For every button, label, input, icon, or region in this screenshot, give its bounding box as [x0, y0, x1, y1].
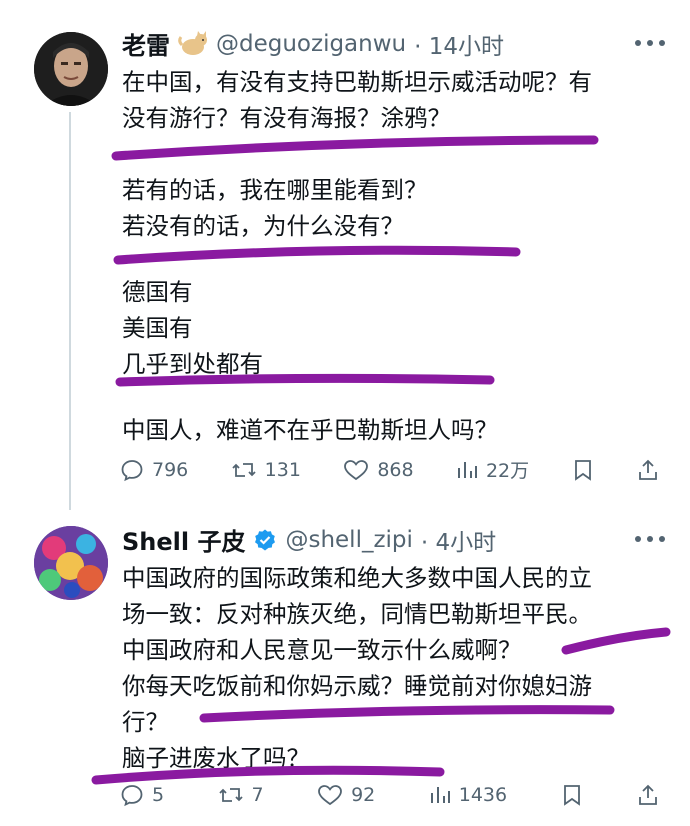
- tweet-actions: 5 7 92 1436: [120, 783, 660, 807]
- retweet-button[interactable]: 131: [231, 458, 301, 482]
- tweet-header: 老雷 @deguoziganwu · 14小时: [122, 26, 504, 61]
- cat-emoji-icon: [178, 30, 208, 57]
- views-icon: [457, 461, 477, 478]
- tweet-text: 若有的话，我在哪里能看到？ 若没有的话，为什么没有？: [122, 172, 428, 244]
- more-options-icon[interactable]: [630, 28, 670, 58]
- retweet-count: 131: [264, 458, 301, 481]
- avatar[interactable]: [34, 32, 108, 106]
- author-handle[interactable]: @deguoziganwu: [216, 31, 406, 57]
- author-name[interactable]: Shell 子皮: [122, 522, 245, 557]
- author-name[interactable]: 老雷: [122, 26, 170, 61]
- tweet-line: 若没有的话，为什么没有？: [122, 212, 404, 240]
- reply-button[interactable]: 5: [120, 783, 164, 807]
- retweet-button[interactable]: 7: [218, 783, 264, 807]
- tweet-line: 脑子进废水了吗？: [122, 744, 310, 772]
- reply-button[interactable]: 796: [120, 458, 188, 482]
- tweet-line: 没有游行？有没有海报？涂鸦？: [122, 104, 451, 132]
- tweet-line: 德国有: [122, 278, 193, 306]
- like-button[interactable]: 868: [343, 458, 414, 482]
- share-button[interactable]: [636, 458, 660, 482]
- bookmark-icon: [563, 785, 580, 806]
- retweet-icon: [232, 462, 256, 477]
- like-button[interactable]: 92: [317, 783, 375, 807]
- tweet-line: 行？: [122, 708, 169, 736]
- heart-icon: [318, 785, 342, 806]
- tweet-text: 中国政府的国际政策和绝大多数中国人民的立 场一致：反对种族灭绝，同情巴勒斯坦平民…: [122, 560, 592, 776]
- tweet-line: 中国政府和人民意见一致示什么威啊？: [122, 636, 522, 664]
- tweet-text: 中国人，难道不在乎巴勒斯坦人吗？: [122, 412, 498, 448]
- retweet-icon: [218, 788, 243, 802]
- reply-count: 5: [152, 784, 165, 806]
- verified-badge-icon: [253, 528, 277, 552]
- share-button[interactable]: [636, 783, 660, 807]
- tweet-line: 场一致：反对种族灭绝，同情巴勒斯坦平民。: [122, 600, 592, 628]
- bookmark-icon: [574, 459, 591, 481]
- tweet-header: Shell 子皮 @shell_zipi · 4小时: [122, 522, 496, 557]
- tweet-line: 中国政府的国际政策和绝大多数中国人民的立: [122, 564, 592, 592]
- tweet-timestamp[interactable]: · 4小时: [421, 523, 496, 557]
- reply-icon: [121, 785, 143, 807]
- tweet-timestamp[interactable]: · 14小时: [414, 27, 504, 61]
- highlight-stroke: [111, 135, 599, 161]
- share-icon: [639, 459, 657, 480]
- tweet-actions: 796 131 868 22万: [120, 456, 660, 483]
- tweet-line: 几乎到处都有: [122, 350, 263, 378]
- views-count: 1436: [458, 784, 508, 806]
- reply-icon: [121, 459, 143, 481]
- share-icon: [639, 784, 657, 805]
- tweet-line: 中国人，难道不在乎巴勒斯坦人吗？: [122, 416, 498, 444]
- reply-count: 796: [152, 458, 189, 481]
- views-icon: [430, 787, 450, 803]
- tweet-text: 在中国，有没有支持巴勒斯坦示威活动呢？有 没有游行？有没有海报？涂鸦？: [122, 64, 592, 136]
- highlight-stroke: [113, 245, 521, 265]
- thread-connector-line: [69, 112, 71, 510]
- more-options-icon[interactable]: [630, 524, 670, 554]
- tweet-text: 德国有 美国有 几乎到处都有: [122, 274, 263, 382]
- like-count: 92: [351, 784, 376, 806]
- bookmark-button[interactable]: [561, 783, 583, 807]
- tweet-line: 你每天吃饭前和你妈示威？睡觉前对你媳妇游: [122, 672, 592, 700]
- bookmark-button[interactable]: [572, 458, 594, 482]
- views-button[interactable]: 1436: [429, 783, 507, 807]
- avatar[interactable]: [34, 526, 108, 600]
- heart-icon: [344, 459, 369, 480]
- author-handle[interactable]: @shell_zipi: [285, 527, 412, 553]
- tweet-line: 美国有: [122, 314, 193, 342]
- retweet-count: 7: [251, 784, 264, 806]
- like-count: 868: [377, 458, 414, 481]
- views-count: 22万: [485, 460, 530, 482]
- tweet-line: 在中国，有没有支持巴勒斯坦示威活动呢？有: [122, 68, 592, 96]
- tweet-line: 若有的话，我在哪里能看到？: [122, 176, 428, 204]
- views-button[interactable]: 22万: [456, 456, 529, 483]
